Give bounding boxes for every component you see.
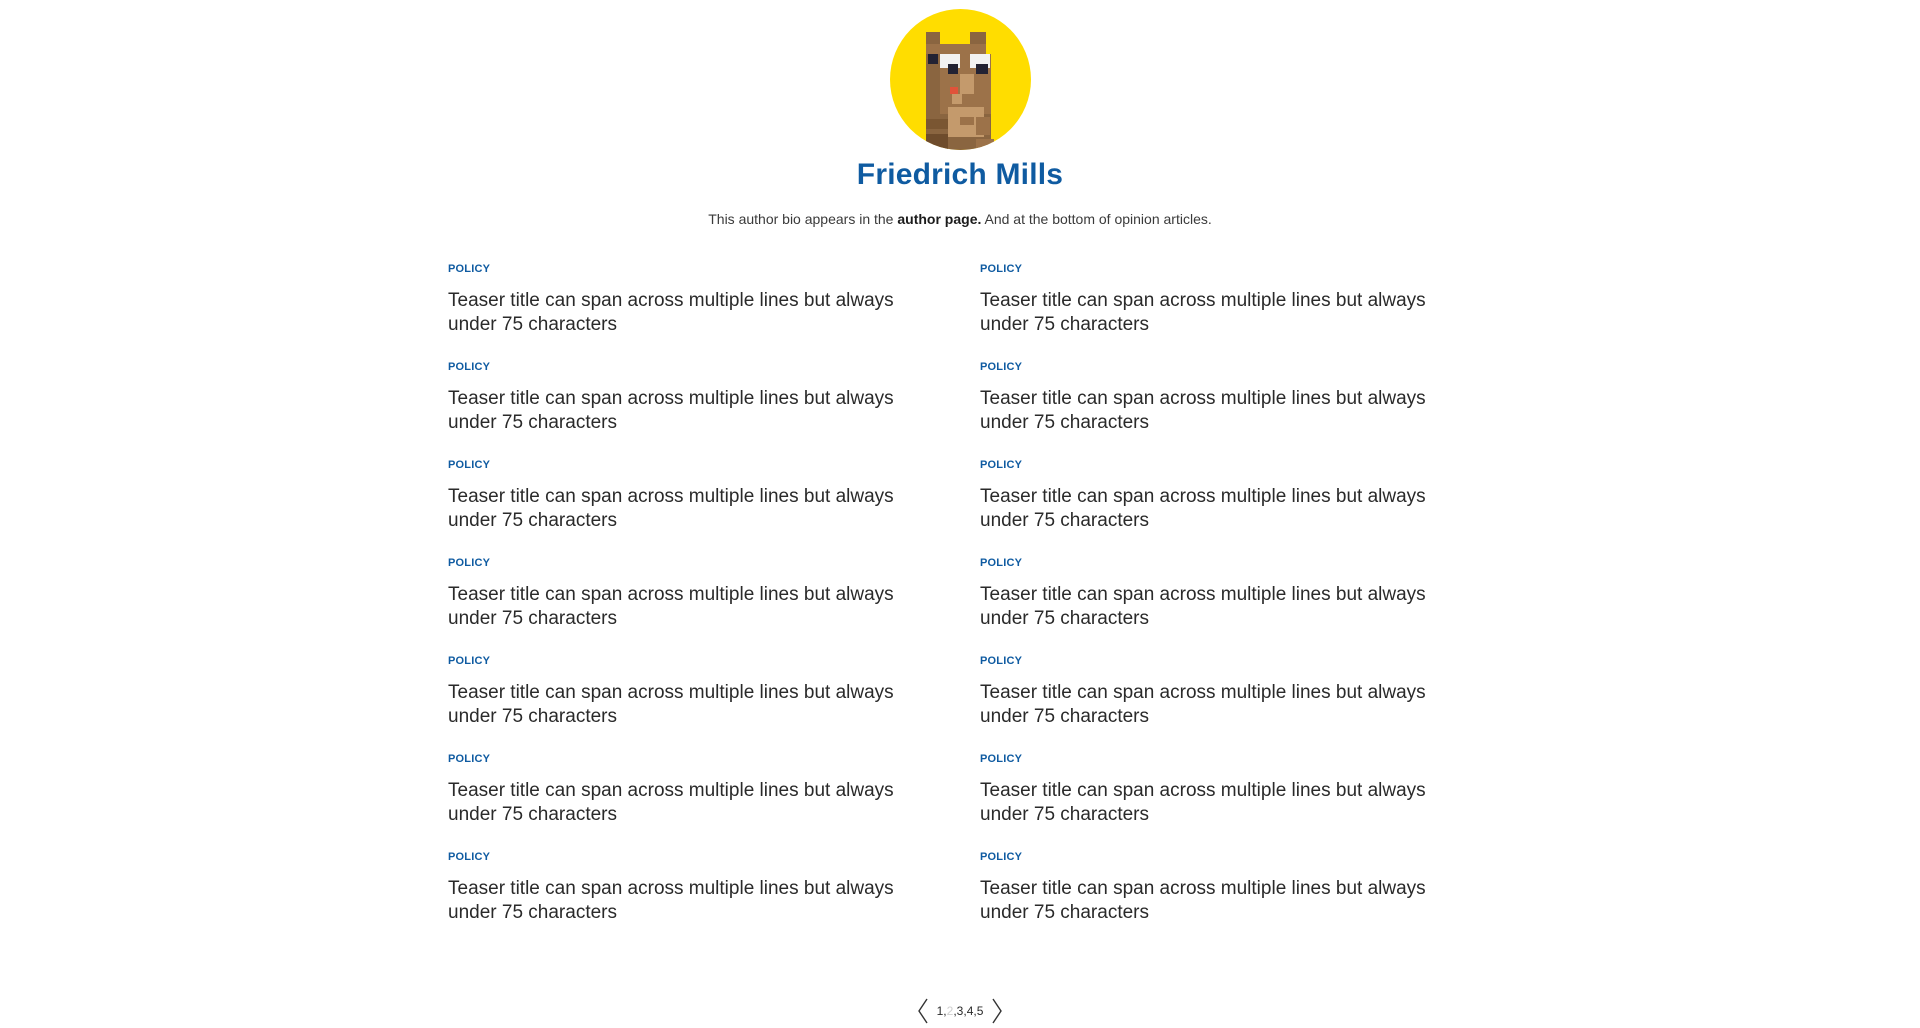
teaser-title[interactable]: Teaser title can span across multiple li…: [448, 877, 918, 925]
page-number-5[interactable]: 5: [977, 1004, 984, 1018]
teaser-title[interactable]: Teaser title can span across multiple li…: [448, 387, 918, 435]
teaser-title[interactable]: Teaser title can span across multiple li…: [448, 485, 918, 533]
page-number-2[interactable]: 2: [947, 1004, 954, 1018]
teaser-category[interactable]: POLICY: [448, 458, 918, 472]
teaser-category[interactable]: POLICY: [980, 850, 1450, 864]
teaser-category[interactable]: POLICY: [448, 654, 918, 668]
teaser-card[interactable]: POLICY Teaser title can span across multi…: [448, 262, 918, 337]
page-number-4[interactable]: 4: [967, 1004, 974, 1018]
teaser-card[interactable]: POLICY Teaser title can span across multi…: [980, 360, 1450, 435]
teaser-category[interactable]: POLICY: [980, 654, 1450, 668]
chevron-right-icon[interactable]: [991, 998, 1003, 1024]
pixel-bear-avatar-icon: [926, 32, 994, 150]
author-bio: This author bio appears in the author pa…: [0, 211, 1920, 227]
teaser-title[interactable]: Teaser title can span across multiple li…: [980, 877, 1450, 925]
teaser-category[interactable]: POLICY: [448, 556, 918, 570]
teaser-category[interactable]: POLICY: [980, 262, 1450, 276]
teaser-title[interactable]: Teaser title can span across multiple li…: [448, 681, 918, 729]
pagination: 1,2,3,4,5: [0, 998, 1920, 1028]
teaser-category[interactable]: POLICY: [448, 752, 918, 766]
teaser-category[interactable]: POLICY: [980, 458, 1450, 472]
teaser-title[interactable]: Teaser title can span across multiple li…: [980, 289, 1450, 337]
teaser-card[interactable]: POLICY Teaser title can span across multi…: [448, 654, 918, 729]
teaser-title[interactable]: Teaser title can span across multiple li…: [980, 779, 1450, 827]
teaser-card[interactable]: POLICY Teaser title can span across multi…: [980, 654, 1450, 729]
teaser-category[interactable]: POLICY: [448, 262, 918, 276]
author-avatar: [890, 9, 1031, 150]
teaser-title[interactable]: Teaser title can span across multiple li…: [980, 387, 1450, 435]
teaser-title[interactable]: Teaser title can span across multiple li…: [980, 583, 1450, 631]
page-number-3[interactable]: 3: [957, 1004, 964, 1018]
teaser-card[interactable]: POLICY Teaser title can span across multi…: [448, 360, 918, 435]
teaser-category[interactable]: POLICY: [448, 360, 918, 374]
teaser-title[interactable]: Teaser title can span across multiple li…: [448, 583, 918, 631]
teaser-card[interactable]: POLICY Teaser title can span across multi…: [980, 752, 1450, 827]
author-bio-text: This author bio appears in the: [708, 211, 898, 227]
teaser-card[interactable]: POLICY Teaser title can span across multi…: [448, 850, 918, 925]
author-page-link[interactable]: author page.: [897, 211, 981, 227]
author-bio-text-end: And at the bottom of opinion articles.: [981, 211, 1212, 227]
teaser-card[interactable]: POLICY Teaser title can span across multi…: [448, 458, 918, 533]
teaser-card[interactable]: POLICY Teaser title can span across multi…: [980, 850, 1450, 925]
author-page: Friedrich Mills This author bio appears …: [0, 0, 1920, 1028]
author-name: Friedrich Mills: [856, 158, 1064, 191]
teaser-category[interactable]: POLICY: [980, 556, 1450, 570]
teaser-title[interactable]: Teaser title can span across multiple li…: [448, 779, 918, 827]
teaser-title[interactable]: Teaser title can span across multiple li…: [980, 681, 1450, 729]
teaser-category[interactable]: POLICY: [980, 752, 1450, 766]
teaser-category[interactable]: POLICY: [448, 850, 918, 864]
teaser-title[interactable]: Teaser title can span across multiple li…: [448, 289, 918, 337]
teaser-category[interactable]: POLICY: [980, 360, 1450, 374]
teaser-card[interactable]: POLICY Teaser title can span across multi…: [448, 752, 918, 827]
teaser-title[interactable]: Teaser title can span across multiple li…: [980, 485, 1450, 533]
teaser-card[interactable]: POLICY Teaser title can span across multi…: [448, 556, 918, 631]
teaser-card[interactable]: POLICY Teaser title can span across multi…: [980, 556, 1450, 631]
chevron-left-icon[interactable]: [917, 998, 929, 1024]
teaser-card[interactable]: POLICY Teaser title can span across multi…: [980, 458, 1450, 533]
teaser-card[interactable]: POLICY Teaser title can span across multi…: [980, 262, 1450, 337]
page-number-1[interactable]: 1: [937, 1004, 944, 1018]
page-list: 1,2,3,4,5: [937, 1004, 984, 1018]
